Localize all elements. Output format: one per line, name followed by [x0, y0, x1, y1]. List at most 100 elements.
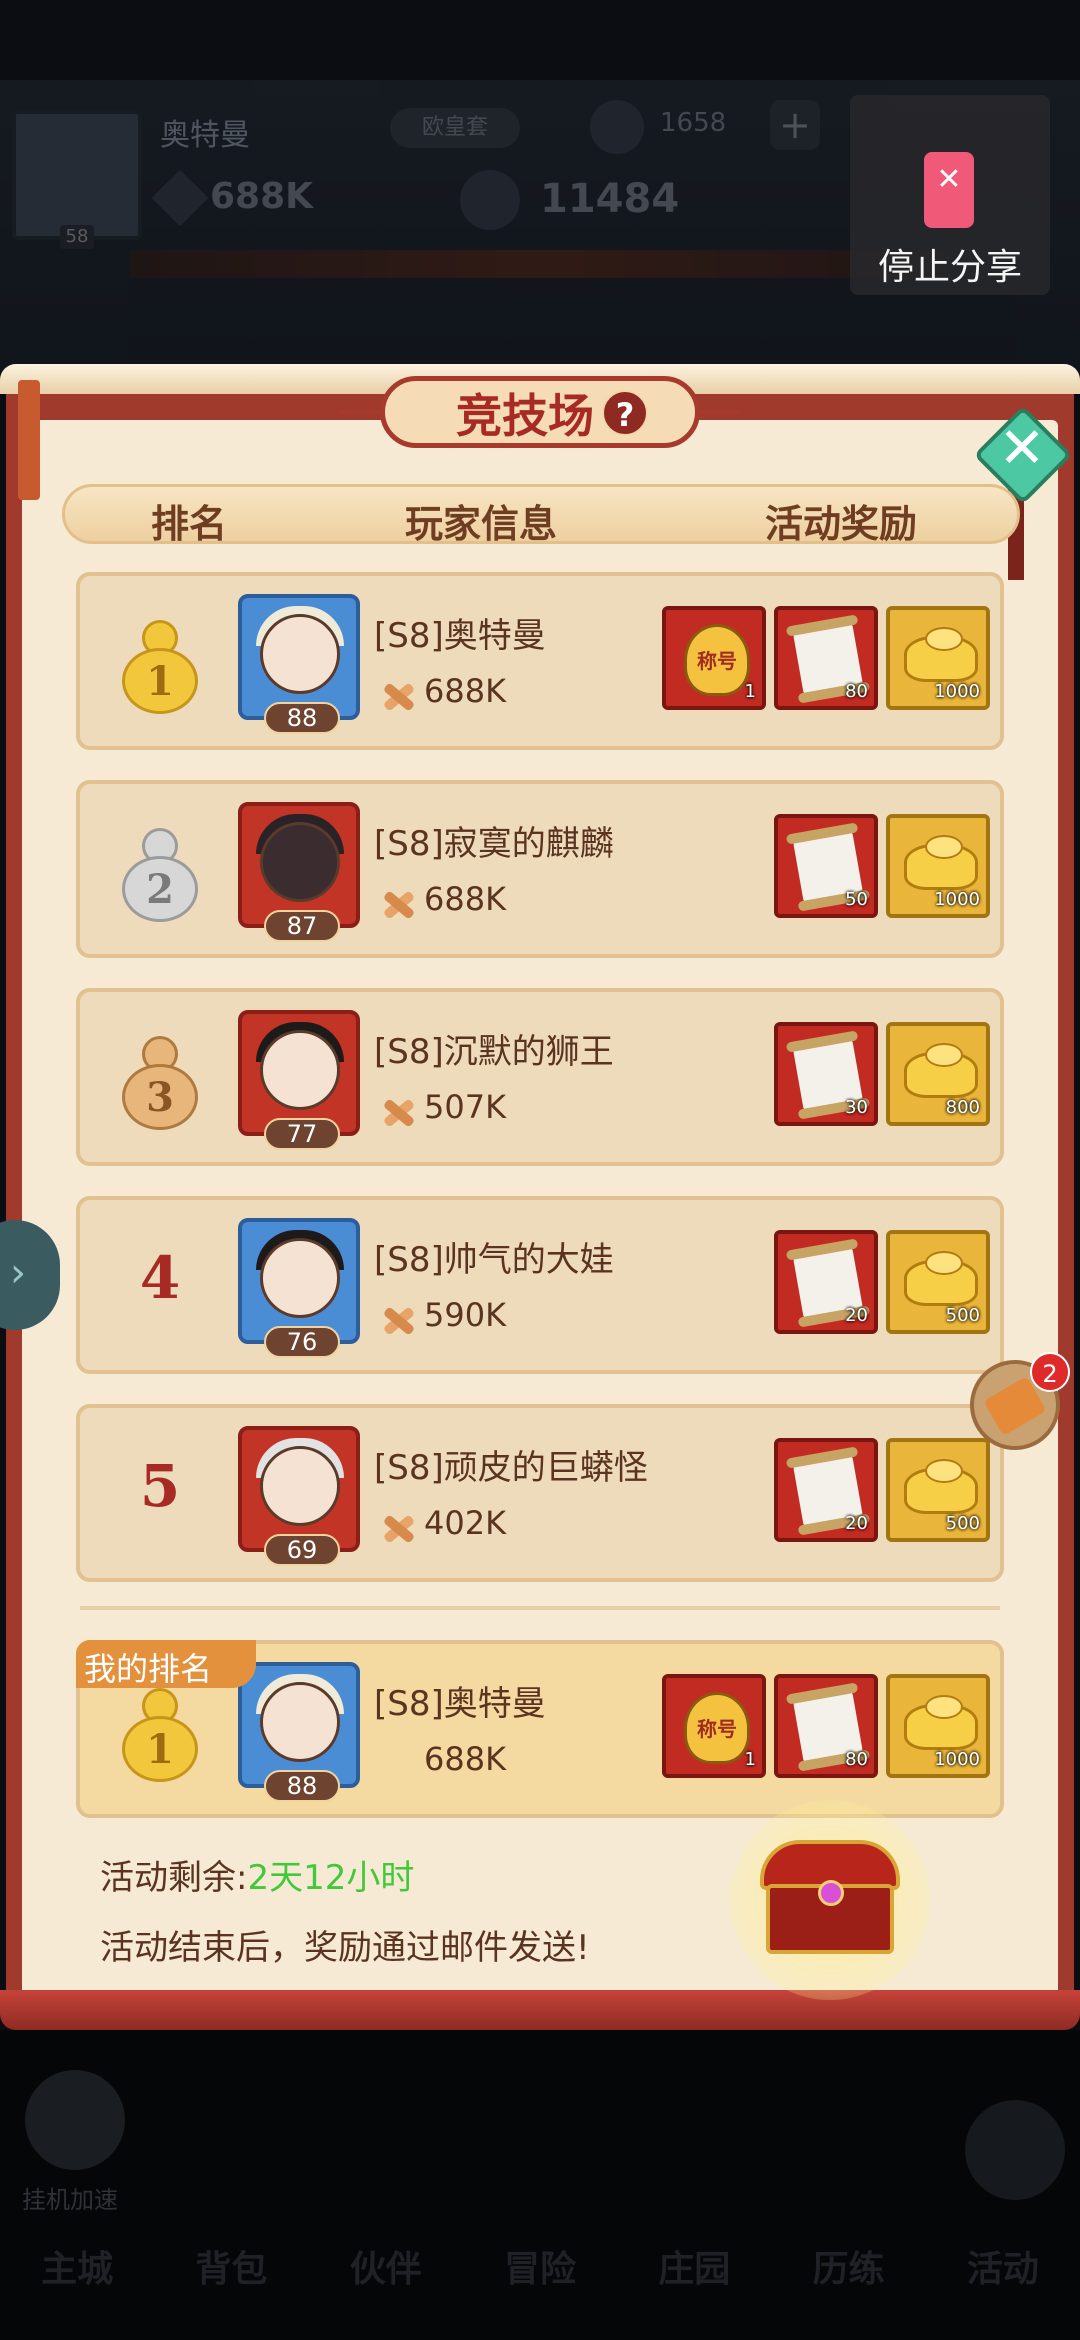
bottom-nav: 主城 背包 伙伴 冒险 庄园 历练 活动	[0, 2240, 1080, 2340]
arena-title-plaque: 竞技场 ?	[340, 370, 740, 454]
rank-number: 3	[146, 1074, 174, 1121]
nav-item-manor[interactable]: 庄园	[658, 2240, 730, 2340]
rank-number: 5	[139, 1452, 181, 1520]
rank-number: 1	[146, 658, 174, 705]
arena-title: 竞技场	[456, 389, 594, 443]
player-name: [S8]奥特曼	[374, 1684, 546, 1724]
hero-face-icon	[260, 1030, 340, 1110]
nav-item-events[interactable]: 活动	[967, 2240, 1039, 2340]
reward-qty: 1000	[934, 681, 980, 702]
hero-face-icon	[260, 1682, 340, 1762]
ranking-row-2[interactable]: 2 87 [S8]寂寞的麒麟 688K 50 1000	[76, 780, 1004, 958]
player-portrait[interactable]: 77	[238, 1010, 360, 1150]
player-avatar-level: 58	[60, 225, 94, 249]
gold-medal-icon: 1	[116, 1688, 204, 1784]
reward-qty: 20	[845, 1305, 868, 1326]
reward-ingot[interactable]: 1000	[886, 606, 990, 710]
player-level: 88	[264, 1770, 340, 1802]
hero-face-icon	[260, 1238, 340, 1318]
gold-count: 11484	[540, 176, 680, 222]
player-portrait[interactable]: 88	[238, 1662, 360, 1802]
reward-scroll[interactable]: 20	[774, 1230, 878, 1334]
bronze-medal-icon: 3	[116, 1036, 204, 1132]
ranking-row-4[interactable]: 4 76 [S8]帅气的大娃 590K 20 500	[76, 1196, 1004, 1374]
reward-scroll[interactable]: 50	[774, 814, 878, 918]
player-portrait[interactable]: 69	[238, 1426, 360, 1566]
player-power: 688K	[424, 880, 507, 918]
reward-ingot[interactable]: 1000	[886, 814, 990, 918]
ranking-row-3[interactable]: 3 77 [S8]沉默的狮王 507K 30 800	[76, 988, 1004, 1166]
reward-scroll[interactable]: 30	[774, 1022, 878, 1126]
crossed-swords-icon	[376, 884, 416, 924]
reward-ingot[interactable]: 500	[886, 1438, 990, 1542]
reward-ingot[interactable]: 1000	[886, 1674, 990, 1778]
reward-qty: 20	[845, 1513, 868, 1534]
nav-item-adventure[interactable]: 冒险	[504, 2240, 576, 2340]
crossed-swords-icon	[376, 676, 416, 716]
player-name: 奥特曼	[160, 118, 250, 153]
add-coins-button[interactable]: +	[770, 100, 820, 150]
nav-item-bag[interactable]: 背包	[195, 2240, 267, 2340]
ranking-row-1[interactable]: 1 88 [S8]奥特曼 688K 称号 1 80 1000	[76, 572, 1004, 750]
player-power: 688K	[424, 672, 507, 710]
rank-number: 2	[146, 866, 174, 913]
player-level: 88	[264, 702, 340, 734]
coin-count: 1658	[660, 108, 727, 138]
player-avatar[interactable]	[12, 110, 142, 240]
player-power: 590K	[424, 1296, 507, 1334]
game-screen: 58 奥特曼 欧皇套 1658 + 688K 11484 停止分享 挂机加速 主…	[0, 0, 1080, 2340]
gold-ingot-icon	[904, 1251, 978, 1306]
title-line-right	[696, 410, 740, 414]
player-level: 76	[264, 1326, 340, 1358]
reward-ingot[interactable]: 500	[886, 1230, 990, 1334]
reward-qty: 1000	[934, 889, 980, 910]
player-portrait[interactable]: 88	[238, 594, 360, 734]
gold-medal-icon: 1	[116, 620, 204, 716]
nav-item-main-city[interactable]: 主城	[41, 2240, 113, 2340]
stop-share-label[interactable]: 停止分享	[850, 238, 1050, 290]
boost-icon[interactable]	[25, 2070, 125, 2170]
nav-item-partners[interactable]: 伙伴	[350, 2240, 422, 2340]
player-name: [S8]寂寞的麒麟	[374, 824, 614, 864]
reward-title-badge[interactable]: 称号 1	[662, 1674, 766, 1778]
bottom-nav-background: 挂机加速 主城 背包 伙伴 冒险 庄园 历练 活动	[0, 2030, 1080, 2340]
title-badge-icon: 称号	[684, 1692, 750, 1764]
treasure-chest-icon[interactable]	[760, 1840, 900, 1960]
reward-ingot[interactable]: 800	[886, 1022, 990, 1126]
rank-number: 1	[146, 1726, 174, 1773]
header-rewards: 活动奖励	[765, 501, 918, 546]
gold-ingot-icon	[904, 1459, 978, 1514]
reward-qty: 80	[845, 1749, 868, 1770]
divider	[80, 1606, 1000, 1610]
close-icon: ✕	[998, 416, 1046, 481]
reward-scroll[interactable]: 80	[774, 606, 878, 710]
ranking-row-5[interactable]: 5 69 [S8]顽皮的巨蟒怪 402K 20 500	[76, 1404, 1004, 1582]
reward-title-badge[interactable]: 称号 1	[662, 606, 766, 710]
rank-number: 4	[139, 1244, 181, 1312]
reward-qty: 1	[744, 681, 756, 702]
reward-scroll[interactable]: 20	[774, 1438, 878, 1542]
player-portrait[interactable]: 76	[238, 1218, 360, 1358]
stop-share-icon[interactable]	[924, 152, 974, 228]
player-level: 87	[264, 910, 340, 942]
reward-scroll[interactable]: 80	[774, 1674, 878, 1778]
server-pill[interactable]: 欧皇套	[390, 108, 520, 148]
right-menu-icon[interactable]	[965, 2100, 1065, 2200]
reward-qty: 800	[945, 1097, 980, 1118]
player-name: [S8]帅气的大娃	[374, 1240, 614, 1280]
reward-qty: 1	[744, 1749, 756, 1770]
crossed-swords-icon	[376, 1508, 416, 1548]
chevron-right-icon: ›	[10, 1250, 26, 1296]
player-portrait[interactable]: 87	[238, 802, 360, 942]
gold-ingot-icon	[904, 1695, 978, 1750]
gold-ingot-icon	[904, 1043, 978, 1098]
reward-qty: 500	[945, 1305, 980, 1326]
nav-item-training[interactable]: 历练	[813, 2240, 885, 2340]
hud-bar	[130, 250, 950, 278]
hero-face-icon	[260, 1446, 340, 1526]
player-name: [S8]顽皮的巨蟒怪	[374, 1448, 648, 1488]
help-button[interactable]: ?	[602, 390, 648, 436]
panel-ribbon-left	[18, 380, 40, 500]
gold-ingot-icon	[904, 627, 978, 682]
header-rank: 排名	[151, 501, 228, 546]
